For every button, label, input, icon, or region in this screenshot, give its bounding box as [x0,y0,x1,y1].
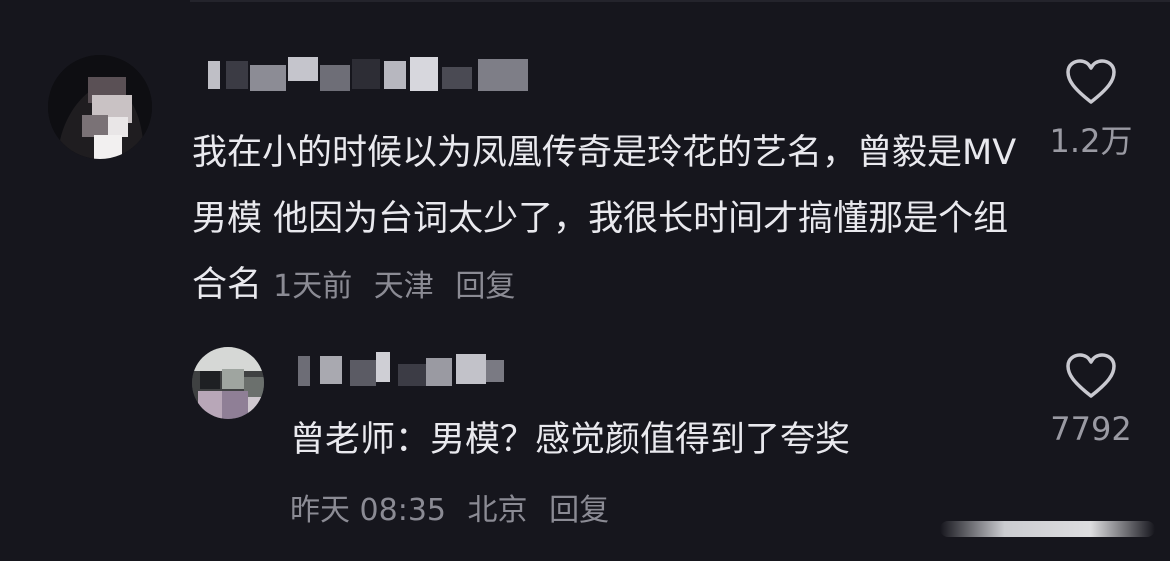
watermark-blur [940,521,1155,537]
heart-outline-icon [1066,59,1116,104]
reply-meta: 昨天 08:35 北京 回复 [290,485,621,529]
reply-reply-button[interactable]: 回复 [549,493,609,528]
commenter-avatar[interactable] [48,55,152,159]
comment-reply-button[interactable]: 回复 [455,269,515,304]
replier-avatar[interactable] [192,347,264,419]
comment-time: 1天前 [273,269,353,304]
reply-like-button[interactable]: 7792 [1031,352,1151,448]
reply-body: 曾老师：男模？感觉颜值得到了夸奖 [290,420,851,460]
comment-body: 我在小的时候以为凤凰传奇是玲花的艺名，曾毅是MV男模 他因为台词太少了，我很长时… [192,120,1022,320]
comment-like-button[interactable]: 1.2万 [1031,58,1151,162]
top-divider [190,0,1170,2]
reply-time: 昨天 08:35 [290,493,446,528]
replier-name-blurred[interactable] [298,350,508,390]
comment-like-count: 1.2万 [1049,122,1133,160]
reply-like-count: 7792 [1050,410,1132,448]
heart-outline-icon [1066,353,1116,398]
comment-meta: 1天前 天津 回复 [273,269,527,304]
comment-location: 天津 [373,269,434,304]
commenter-name-blurred[interactable] [202,55,532,95]
reply-location: 北京 [467,493,528,528]
